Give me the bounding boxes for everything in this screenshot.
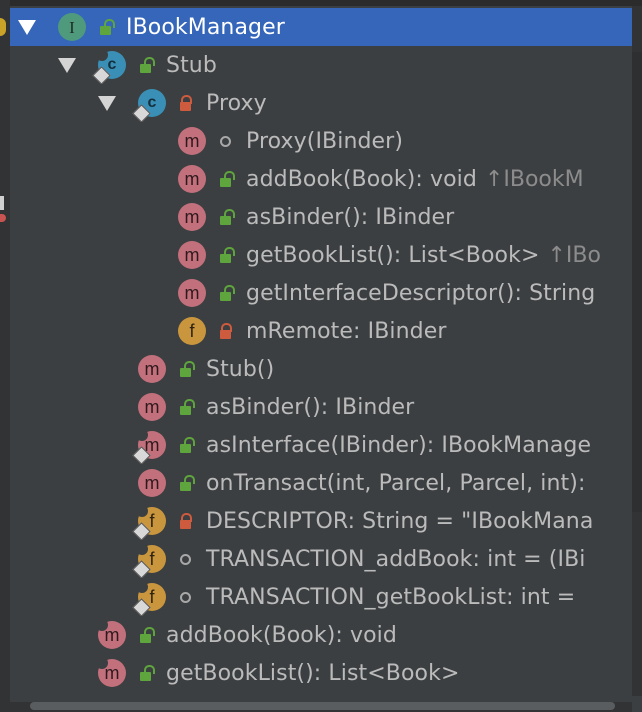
static-field-icon: f: [132, 543, 166, 578]
horizontal-scrollbar[interactable]: [10, 702, 632, 712]
node-label: addBook(Book): void: [246, 166, 477, 192]
node-label: Stub: [166, 52, 217, 78]
static-field-icon: f: [132, 581, 166, 616]
public-visibility-icon: [216, 171, 235, 187]
static-method-icon: m: [132, 429, 166, 464]
package-visibility-icon: [176, 591, 194, 603]
structure-tree: I IBookManager c Stub c Proxy m Proxy(IB…: [10, 8, 632, 692]
public-visibility-icon: [176, 361, 195, 377]
top-border: [10, 0, 642, 6]
tree-node-proxy[interactable]: c Proxy: [10, 84, 632, 122]
class-icon: c: [132, 89, 166, 122]
node-label: onTransact(int, Parcel, Parcel, int):: [206, 470, 586, 496]
method-icon: m: [178, 165, 206, 193]
static-field-icon: f: [132, 505, 166, 540]
public-visibility-icon: [136, 627, 155, 643]
method-icon: m: [138, 393, 166, 421]
tree-node-stub-transaction-addbook[interactable]: f TRANSACTION_addBook: int = (IBi: [10, 540, 632, 578]
method-icon: m: [178, 203, 206, 231]
node-label: getInterfaceDescriptor(): String: [246, 280, 596, 306]
method-icon: m: [138, 355, 166, 383]
public-visibility-icon: [96, 19, 115, 35]
node-label: Proxy(IBinder): [246, 128, 404, 154]
gutter-marker: [0, 196, 4, 210]
node-label: TRANSACTION_getBookList: int =: [206, 584, 576, 610]
tree-node-ibookmanager[interactable]: I IBookManager: [10, 8, 632, 46]
abstract-method-icon: m: [96, 619, 126, 649]
node-label: asBinder(): IBinder: [206, 394, 415, 420]
public-visibility-icon: [176, 475, 195, 491]
tree-node-proxy-addbook[interactable]: m addBook(Book): void ↑IBookM: [10, 160, 632, 198]
tree-node-proxy-getbooklist[interactable]: m getBookList(): List<Book> ↑IBo: [10, 236, 632, 274]
tree-node-stub-asinterface[interactable]: m asInterface(IBinder): IBookManage: [10, 426, 632, 464]
method-icon: m: [178, 279, 206, 307]
public-visibility-icon: [136, 57, 155, 73]
node-label: mRemote: IBinder: [246, 318, 447, 344]
public-visibility-icon: [176, 399, 195, 415]
tree-node-proxy-asbinder[interactable]: m asBinder(): IBinder: [10, 198, 632, 236]
public-visibility-icon: [136, 665, 155, 681]
tree-node-proxy-mremote[interactable]: f mRemote: IBinder: [10, 312, 632, 350]
tree-node-stub[interactable]: c Stub: [10, 46, 632, 84]
gutter-marker: [0, 214, 6, 222]
node-label: asInterface(IBinder): IBookManage: [206, 432, 592, 458]
horizontal-scrollbar-thumb[interactable]: [30, 702, 615, 710]
gutter-marker: [0, 18, 6, 36]
private-visibility-icon: [216, 323, 234, 339]
method-icon: m: [178, 127, 206, 155]
abstract-method-icon: m: [96, 657, 126, 687]
public-visibility-icon: [216, 247, 235, 263]
private-visibility-icon: [176, 513, 194, 529]
vertical-scrollbar-thumb[interactable]: [632, 52, 642, 512]
node-label: TRANSACTION_addBook: int = (IBi: [206, 546, 586, 572]
override-hint: ↑IBookM: [484, 166, 584, 192]
tree-node-addbook[interactable]: m addBook(Book): void: [10, 616, 632, 654]
expand-arrow-icon[interactable]: [98, 95, 116, 111]
override-hint: ↑IBo: [547, 242, 601, 268]
class-icon: c: [92, 49, 126, 84]
package-visibility-icon: [216, 135, 234, 147]
vertical-scrollbar[interactable]: [632, 6, 642, 696]
tree-node-stub-descriptor[interactable]: f DESCRIPTOR: String = "IBookMana: [10, 502, 632, 540]
package-visibility-icon: [176, 553, 194, 565]
method-icon: m: [138, 469, 166, 497]
node-label: DESCRIPTOR: String = "IBookMana: [206, 508, 594, 534]
node-label: addBook(Book): void: [166, 622, 397, 648]
node-label: IBookManager: [126, 14, 285, 40]
node-label: Proxy: [206, 90, 267, 116]
field-icon: f: [178, 317, 206, 345]
tree-node-stub-transaction-getbooklist[interactable]: f TRANSACTION_getBookList: int =: [10, 578, 632, 616]
tree-node-stub-constructor[interactable]: m Stub(): [10, 350, 632, 388]
node-label: asBinder(): IBinder: [246, 204, 455, 230]
node-label: getBookList(): List<Book>: [246, 242, 540, 268]
method-icon: m: [178, 241, 206, 269]
expand-arrow-icon[interactable]: [18, 19, 36, 35]
private-visibility-icon: [176, 95, 194, 111]
tree-node-proxy-constructor[interactable]: m Proxy(IBinder): [10, 122, 632, 160]
node-label: getBookList(): List<Book>: [166, 660, 460, 686]
node-label: Stub(): [206, 356, 275, 382]
interface-icon: I: [58, 13, 86, 41]
public-visibility-icon: [216, 209, 235, 225]
tree-node-getbooklist[interactable]: m getBookList(): List<Book>: [10, 654, 632, 692]
tree-node-stub-asbinder[interactable]: m asBinder(): IBinder: [10, 388, 632, 426]
tree-node-proxy-getinterfacedescriptor[interactable]: m getInterfaceDescriptor(): String: [10, 274, 632, 312]
left-gutter: [0, 0, 10, 712]
expand-arrow-icon[interactable]: [58, 57, 76, 73]
public-visibility-icon: [176, 437, 195, 453]
tree-node-stub-ontransact[interactable]: m onTransact(int, Parcel, Parcel, int):: [10, 464, 632, 502]
public-visibility-icon: [216, 285, 235, 301]
